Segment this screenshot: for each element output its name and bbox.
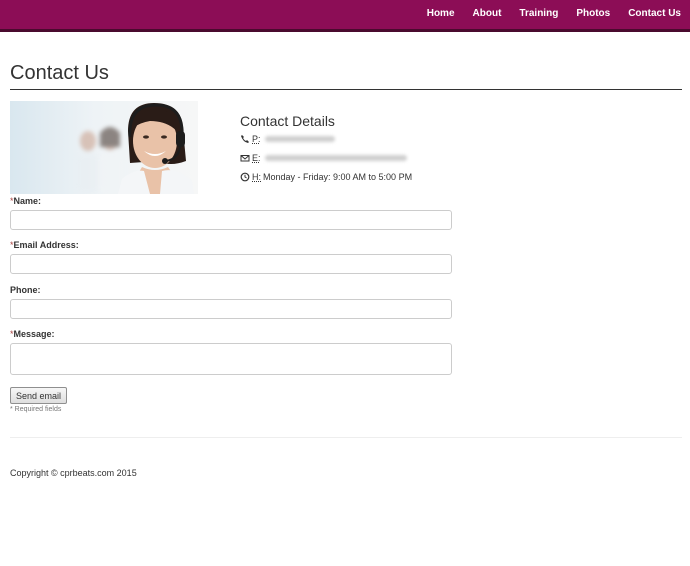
name-field[interactable]: [10, 210, 452, 230]
top-navbar: Home About Training Photos Contact Us: [0, 0, 690, 32]
copyright-text: Copyright © cprbeats.com 2015: [10, 468, 137, 478]
nav-menu: Home About Training Photos Contact Us: [409, 8, 681, 19]
phone-icon: [240, 134, 250, 144]
envelope-icon: [240, 153, 250, 163]
clock-icon: [240, 172, 250, 182]
email-row: E:: [240, 153, 407, 163]
message-label: *Message:: [10, 329, 55, 339]
footer-divider: [10, 437, 682, 438]
nav-about-link[interactable]: About: [473, 8, 502, 19]
phone-value-redacted: [264, 136, 335, 142]
phone-field[interactable]: [10, 299, 452, 319]
email-value-redacted[interactable]: [264, 155, 407, 161]
contact-details: Contact Details P: E: H: Monday - Friday…: [240, 113, 412, 182]
phone-row: P:: [240, 134, 335, 144]
hours-value: Monday - Friday: 9:00 AM to 5:00 PM: [263, 172, 413, 182]
nav-training-link[interactable]: Training: [519, 8, 558, 19]
phone-label: Phone:: [10, 285, 41, 295]
title-divider: [10, 89, 682, 90]
support-agent-illustration: [76, 103, 194, 194]
message-field[interactable]: [10, 343, 452, 375]
name-label: *Name:: [10, 196, 42, 206]
nav-photos-link[interactable]: Photos: [576, 8, 610, 19]
headset-support-photo: [10, 101, 198, 194]
phone-abbr: P:: [252, 134, 261, 144]
nav-home-link[interactable]: Home: [427, 8, 455, 19]
email-field[interactable]: [10, 254, 452, 274]
hours-abbr: H:: [252, 172, 261, 182]
page-title: Contact Us: [10, 62, 109, 84]
contact-details-heading: Contact Details: [240, 113, 335, 129]
nav-contact-link[interactable]: Contact Us: [628, 8, 681, 19]
hours-row: H: Monday - Friday: 9:00 AM to 5:00 PM: [240, 172, 412, 182]
email-abbr: E:: [252, 153, 261, 163]
required-fields-note: * Required fields: [10, 406, 62, 413]
email-label: *Email Address:: [10, 240, 79, 250]
send-email-button[interactable]: Send email: [10, 387, 67, 404]
